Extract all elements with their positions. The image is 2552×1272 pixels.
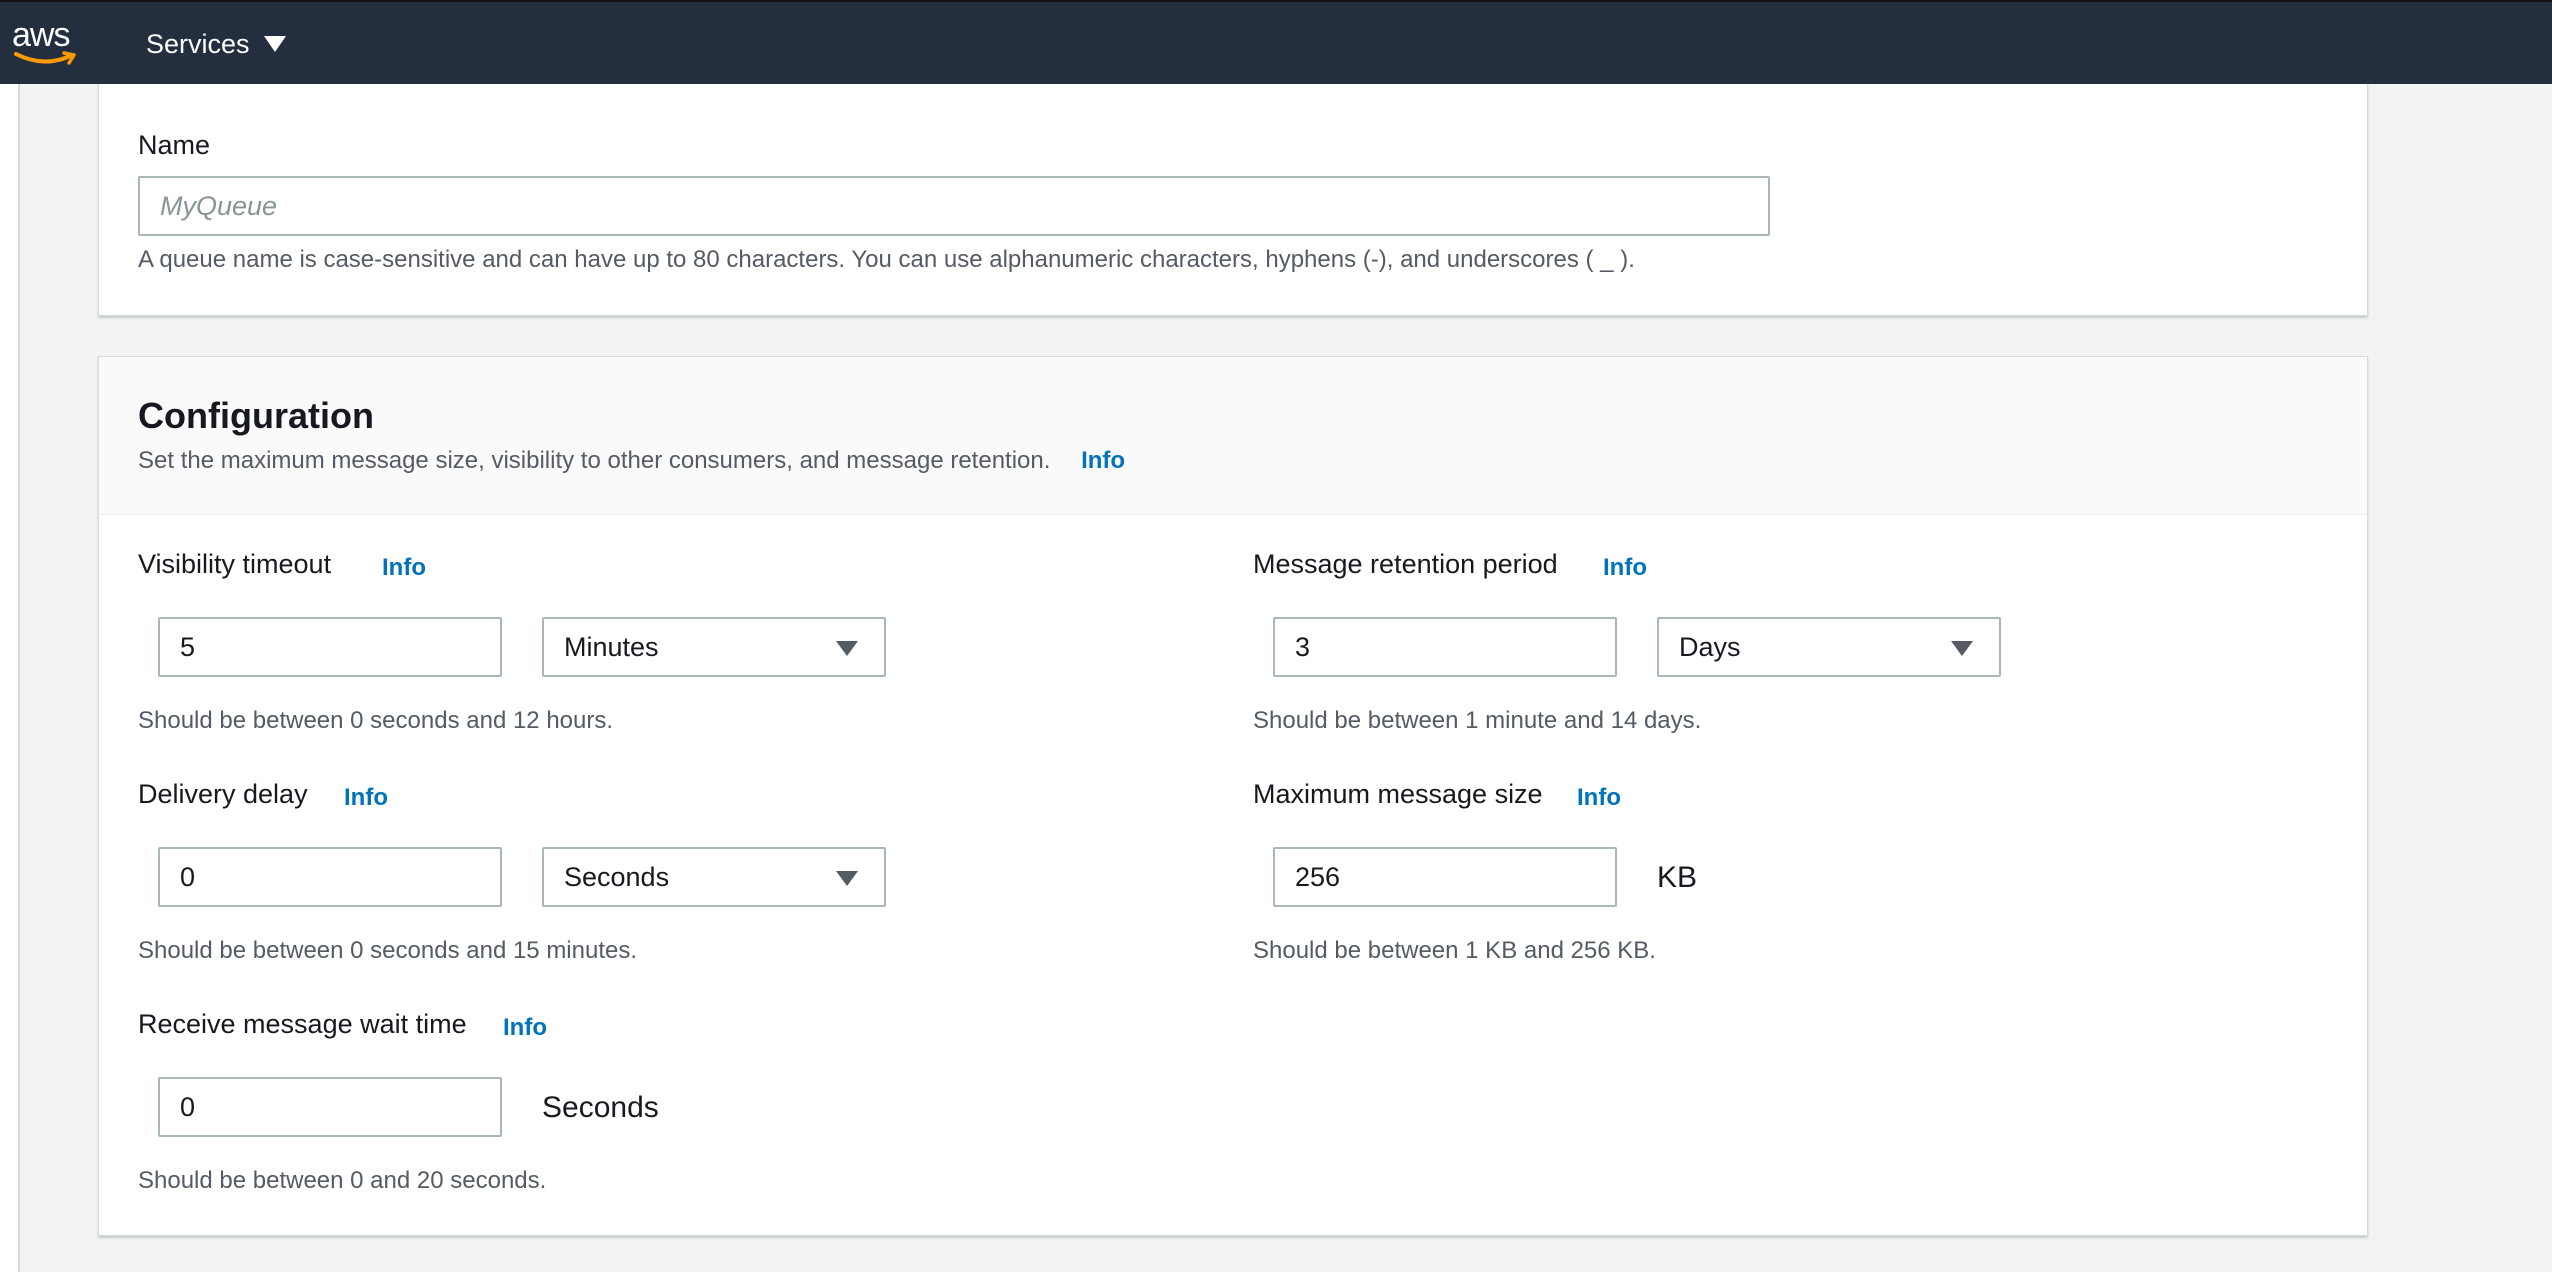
- max-message-size-input[interactable]: [1273, 847, 1617, 907]
- visibility-timeout-unit-select[interactable]: Minutes: [542, 617, 886, 677]
- configuration-header: Configuration Set the maximum message si…: [99, 357, 2367, 515]
- retention-period-hint: Should be between 1 minute and 14 days.: [1253, 707, 1702, 734]
- chevron-down-icon: [836, 871, 858, 886]
- delivery-delay-unit-value: Seconds: [564, 861, 670, 892]
- max-message-size-hint: Should be between 1 KB and 256 KB.: [1253, 937, 1656, 964]
- retention-period-input[interactable]: [1273, 617, 1617, 677]
- chevron-down-icon: [836, 641, 858, 656]
- visibility-timeout-hint: Should be between 0 seconds and 12 hours…: [138, 707, 614, 734]
- queue-name-input[interactable]: [138, 176, 1770, 236]
- configuration-info-link[interactable]: Info: [1081, 447, 1125, 474]
- aws-logo[interactable]: aws: [12, 16, 80, 68]
- caret-down-icon: [263, 36, 286, 52]
- aws-smile-icon: [14, 51, 76, 65]
- delivery-delay-input[interactable]: [158, 847, 502, 907]
- receive-wait-time-hint: Should be between 0 and 20 seconds.: [138, 1167, 547, 1194]
- top-navigation-bar: aws Services: [0, 0, 2552, 84]
- queue-name-hint: A queue name is case-sensitive and can h…: [138, 246, 1635, 273]
- configuration-description-text: Set the maximum message size, visibility…: [138, 447, 1051, 474]
- configuration-panel: Configuration Set the maximum message si…: [98, 356, 2368, 1236]
- visibility-timeout-input[interactable]: [158, 617, 502, 677]
- delivery-delay-hint: Should be between 0 seconds and 15 minut…: [138, 937, 638, 964]
- delivery-delay-unit-select[interactable]: Seconds: [542, 847, 886, 907]
- retention-period-info-link[interactable]: Info: [1603, 554, 1647, 582]
- max-message-size-label: Maximum message size: [1253, 779, 1543, 809]
- receive-wait-time-unit: Seconds: [542, 1091, 659, 1124]
- max-message-size-unit: KB: [1657, 861, 1698, 894]
- visibility-timeout-label: Visibility timeout: [138, 549, 332, 579]
- receive-wait-time-input[interactable]: [158, 1077, 502, 1137]
- max-message-size-info-link[interactable]: Info: [1577, 784, 1621, 812]
- delivery-delay-label: Delivery delay: [138, 779, 308, 809]
- services-label: Services: [146, 28, 250, 59]
- configuration-description: Set the maximum message size, visibility…: [138, 447, 1125, 475]
- name-label: Name: [138, 130, 211, 160]
- receive-wait-time-label: Receive message wait time: [138, 1009, 467, 1039]
- retention-period-unit-value: Days: [1679, 631, 1741, 662]
- configuration-title: Configuration: [138, 395, 374, 436]
- name-panel: Name A queue name is case-sensitive and …: [98, 84, 2368, 316]
- receive-wait-time-info-link[interactable]: Info: [503, 1014, 547, 1042]
- visibility-timeout-unit-value: Minutes: [564, 631, 659, 662]
- delivery-delay-info-link[interactable]: Info: [344, 784, 388, 812]
- chevron-down-icon: [1951, 641, 1973, 656]
- retention-period-unit-select[interactable]: Days: [1657, 617, 2001, 677]
- aws-logo-text: aws: [12, 16, 70, 54]
- side-navigation-rail[interactable]: [0, 84, 20, 1272]
- retention-period-label: Message retention period: [1253, 549, 1558, 579]
- services-menu-button[interactable]: Services: [146, 26, 286, 62]
- visibility-timeout-info-link[interactable]: Info: [382, 554, 426, 582]
